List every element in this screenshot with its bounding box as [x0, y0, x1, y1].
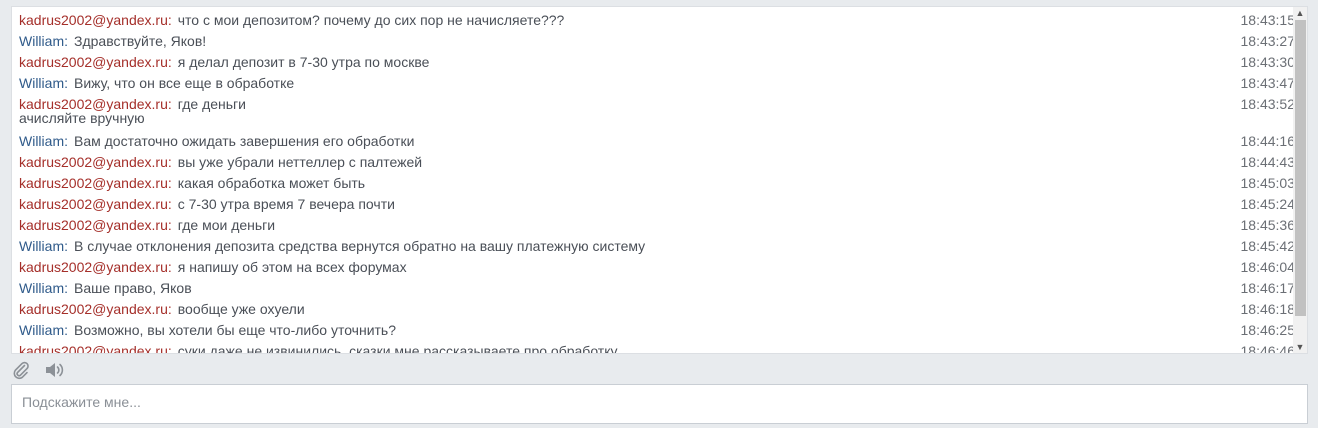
- message-text: я делал депозит в 7-30 утра по москве: [177, 54, 430, 70]
- chat-message: William: Ваше право, Яков 18:46:17: [12, 279, 1295, 300]
- message-sender: kadrus2002@yandex.ru:: [19, 12, 172, 28]
- chat-message: kadrus2002@yandex.ru: с 7-30 утра время 7…: [12, 195, 1295, 216]
- message-text: Вам достаточно ожидать завершения его об…: [74, 133, 415, 149]
- message-sender: William:: [19, 75, 68, 91]
- message-list: kadrus2002@yandex.ru: что с мои депозитом…: [12, 11, 1296, 354]
- chat-message: kadrus2002@yandex.ru: вы уже убрали нетте…: [12, 153, 1295, 174]
- speaker-icon[interactable]: [44, 360, 66, 382]
- message-timestamp: 18:43:15: [1240, 12, 1296, 28]
- message-sender: kadrus2002@yandex.ru:: [19, 154, 172, 170]
- chat-message: kadrus2002@yandex.ru: суки даже не извини…: [12, 342, 1296, 354]
- message-sender: kadrus2002@yandex.ru:: [19, 196, 172, 212]
- chat-message: kadrus2002@yandex.ru: вообще уже охуели 18…: [12, 300, 1295, 321]
- message-timestamp: 18:43:52: [1240, 96, 1296, 112]
- message-sender: kadrus2002@yandex.ru:: [19, 217, 172, 233]
- message-timestamp: 18:46:46: [1240, 343, 1296, 354]
- message-text: Здравствуйте, Яков!: [74, 33, 207, 49]
- chat-message: kadrus2002@yandex.ru: где мои деньги 18:45…: [12, 216, 1295, 237]
- chat-message: William: Вам достаточно ожидать завершени…: [12, 132, 1295, 153]
- chat-message: William: В случае отклонения депозита сре…: [12, 237, 1295, 258]
- scroll-up-icon[interactable]: ▲: [1293, 7, 1307, 19]
- message-sender: kadrus2002@yandex.ru:: [19, 175, 172, 191]
- message-input[interactable]: [12, 385, 1307, 423]
- message-text: вообще уже охуели: [177, 301, 305, 317]
- message-timestamp: 18:46:18: [1240, 301, 1296, 317]
- chat-message: William: Возможно, вы хотели бы еще что-л…: [12, 321, 1295, 342]
- message-text: Ваше право, Яков: [74, 280, 192, 296]
- chat-message: William: Здравствуйте, Яков! 18:43:27: [12, 32, 1295, 53]
- message-input-box: [11, 384, 1308, 424]
- message-text: где деньги: [177, 96, 246, 112]
- chat-message: kadrus2002@yandex.ru: я напишу об этом на…: [12, 258, 1295, 279]
- message-timestamp: 18:45:03: [1240, 175, 1296, 191]
- message-timestamp: 18:46:04: [1240, 259, 1296, 275]
- message-sender: kadrus2002@yandex.ru:: [19, 54, 172, 70]
- scrollbar[interactable]: ▲ ▼: [1293, 7, 1307, 353]
- chat-log[interactable]: kadrus2002@yandex.ru: что с мои депозитом…: [11, 6, 1308, 354]
- message-text: что с мои депозитом? почему до сих пор н…: [177, 12, 565, 28]
- message-sender: kadrus2002@yandex.ru:: [19, 259, 172, 275]
- chat-message: kadrus2002@yandex.ru: какая обработка мож…: [12, 174, 1295, 195]
- message-text: Вижу, что он все еще в обработке: [74, 75, 295, 91]
- message-sender: kadrus2002@yandex.ru:: [19, 301, 172, 317]
- paperclip-icon[interactable]: [11, 360, 33, 382]
- message-timestamp: 18:45:42: [1240, 238, 1296, 254]
- message-text: где мои деньги: [177, 217, 276, 233]
- message-timestamp: 18:44:43: [1240, 154, 1296, 170]
- message-sender: William:: [19, 322, 68, 338]
- message-sender: kadrus2002@yandex.ru:: [19, 343, 172, 354]
- message-text-continuation: ачисляйте вручную: [19, 110, 145, 126]
- message-text: с 7-30 утра время 7 вечера почти: [177, 196, 395, 212]
- chat-message: William: Вижу, что он все еще в обработке…: [12, 74, 1295, 95]
- message-sender: William:: [19, 280, 68, 296]
- message-sender: William:: [19, 238, 68, 254]
- scroll-thumb[interactable]: [1295, 20, 1306, 316]
- message-text: суки даже не извинились, сказки мне расс…: [177, 343, 618, 354]
- message-timestamp: 18:46:25: [1240, 322, 1296, 338]
- chat-message: kadrus2002@yandex.ru: я делал депозит в 7…: [12, 53, 1295, 74]
- message-timestamp: 18:46:17: [1240, 280, 1296, 296]
- message-text: В случае отклонения депозита средства ве…: [74, 238, 646, 254]
- message-text: вы уже убрали неттеллер с палтежей: [177, 154, 423, 170]
- message-text: какая обработка может быть: [177, 175, 366, 191]
- message-timestamp: 18:43:27: [1240, 33, 1296, 49]
- message-text: я напишу об этом на всех форумах: [177, 259, 407, 275]
- message-sender: William:: [19, 33, 68, 49]
- message-timestamp: 18:43:47: [1240, 75, 1296, 91]
- message-timestamp: 18:44:16: [1240, 133, 1296, 149]
- message-sender: William:: [19, 133, 68, 149]
- message-text: Возможно, вы хотели бы еще что-либо уточ…: [74, 322, 397, 338]
- chat-message: kadrus2002@yandex.ru: где деньги ачисляйте…: [12, 95, 1295, 132]
- message-timestamp: 18:43:30: [1240, 54, 1296, 70]
- chat-message: kadrus2002@yandex.ru: что с мои депозитом…: [12, 11, 1295, 32]
- scroll-down-icon[interactable]: ▼: [1293, 341, 1307, 353]
- message-timestamp: 18:45:36: [1240, 217, 1296, 233]
- message-timestamp: 18:45:24: [1240, 196, 1296, 212]
